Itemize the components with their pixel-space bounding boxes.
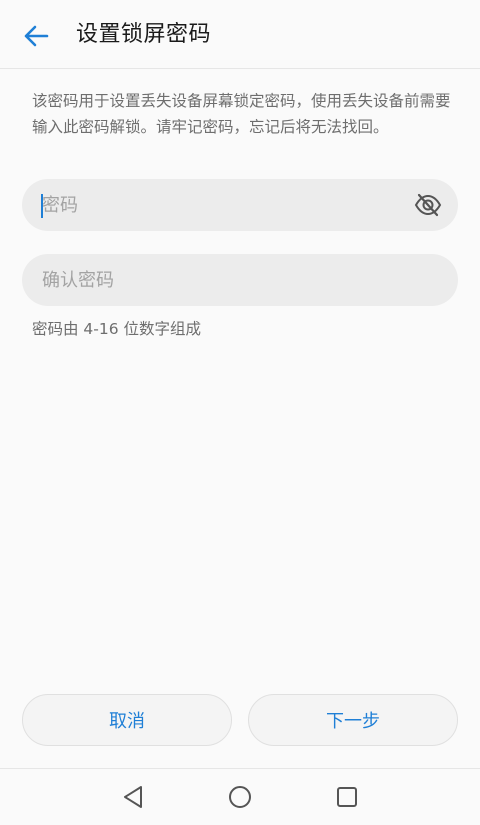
- nav-recents-button[interactable]: [333, 783, 361, 811]
- nav-home-button[interactable]: [226, 783, 254, 811]
- back-button[interactable]: [16, 16, 56, 56]
- text-cursor: [41, 194, 43, 218]
- home-circle-icon: [229, 786, 251, 808]
- app-header: 设置锁屏密码: [0, 0, 480, 69]
- recents-square-icon: [337, 787, 357, 807]
- description-text: 该密码用于设置丢失设备屏幕锁定密码，使用丢失设备前需要输入此密码解锁。请牢记密码…: [32, 92, 451, 136]
- page-title: 设置锁屏密码: [76, 22, 212, 47]
- nav-back-button[interactable]: [119, 783, 147, 811]
- next-button[interactable]: 下一步: [248, 694, 458, 746]
- confirm-password-input[interactable]: [42, 254, 402, 306]
- eye-off-icon: [414, 193, 442, 217]
- back-triangle-icon: [124, 786, 142, 808]
- password-hint: 密码由 4-16 位数字组成: [32, 320, 202, 338]
- confirm-password-field[interactable]: [22, 254, 458, 306]
- password-input[interactable]: [42, 179, 402, 231]
- system-navbar: [0, 768, 480, 825]
- arrow-left-icon: [24, 25, 49, 47]
- visibility-toggle-button[interactable]: [414, 191, 442, 219]
- password-field[interactable]: [22, 179, 458, 231]
- cancel-button[interactable]: 取消: [22, 694, 232, 746]
